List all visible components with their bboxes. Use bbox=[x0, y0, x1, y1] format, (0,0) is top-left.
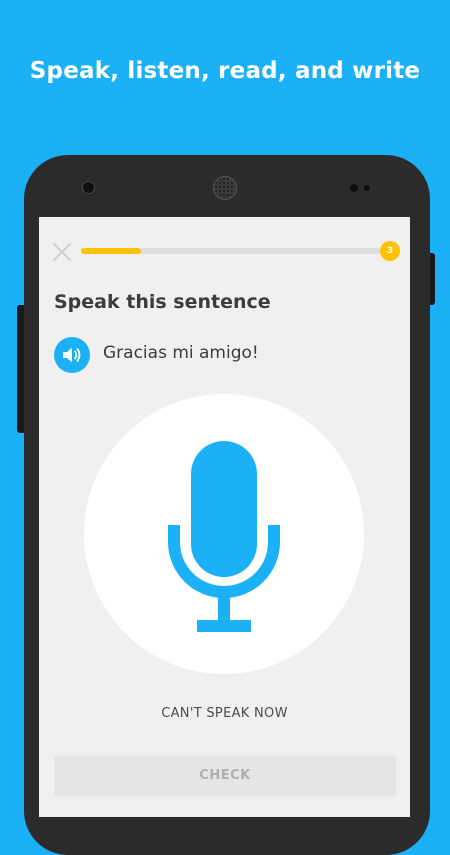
lesson-screen: 3 Speak this sentence Gracias mi amigo! … bbox=[39, 217, 410, 817]
earpiece-speaker bbox=[213, 176, 237, 200]
speaker-icon bbox=[63, 347, 81, 363]
target-sentence: Gracias mi amigo! bbox=[103, 343, 259, 363]
microphone-icon bbox=[168, 441, 280, 632]
marketing-headline: Speak, listen, read, and write bbox=[29, 58, 421, 84]
proximity-sensor bbox=[350, 184, 358, 192]
light-sensor bbox=[364, 185, 370, 191]
prompt-title: Speak this sentence bbox=[54, 291, 271, 313]
lesson-progress-fill bbox=[81, 248, 141, 254]
front-camera bbox=[82, 181, 95, 194]
close-icon bbox=[53, 243, 71, 261]
play-audio-button[interactable] bbox=[54, 337, 90, 373]
microphone-button[interactable] bbox=[84, 394, 364, 674]
lesson-progress-bar bbox=[81, 248, 381, 254]
check-button[interactable]: CHECK bbox=[54, 756, 396, 796]
progress-count-badge: 3 bbox=[380, 241, 400, 261]
close-button[interactable] bbox=[51, 241, 73, 263]
cant-speak-now-link[interactable]: CAN'T SPEAK NOW bbox=[39, 706, 410, 721]
